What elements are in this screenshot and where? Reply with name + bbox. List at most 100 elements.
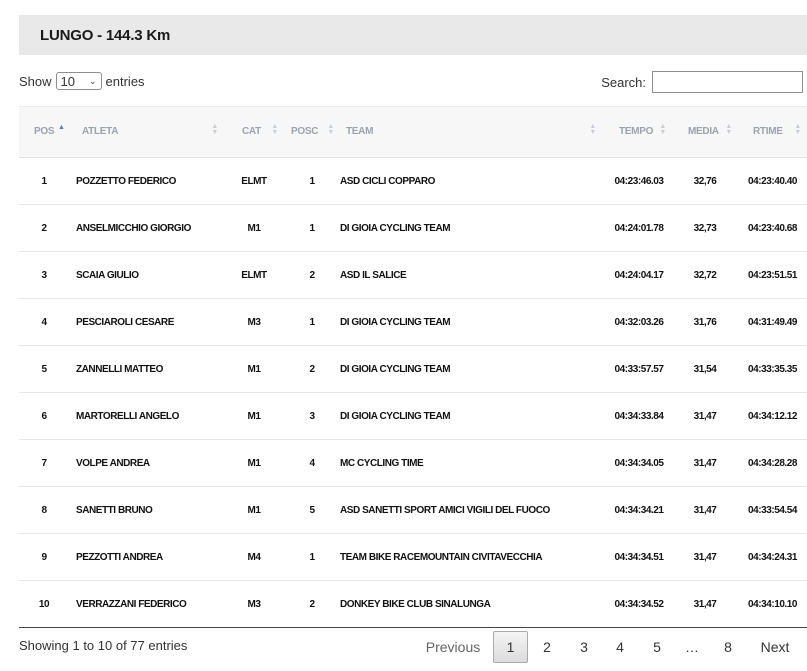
cell-cat: M1 (224, 204, 284, 252)
cell-posc: 2 (284, 251, 340, 299)
cell-rtime: 04:34:28.28 (738, 439, 807, 487)
cell-posc: 1 (284, 533, 340, 581)
cell-posc: 2 (284, 345, 340, 393)
cell-pos: 6 (19, 392, 69, 440)
previous-page-button[interactable]: Previous (420, 631, 486, 663)
table-row: 10 VERRAZZANI FEDERICO M3 2 DONKEY BIKE CLUB… (19, 580, 807, 628)
cell-atleta: MARTORELLI ANGELO (69, 392, 224, 440)
column-header-atleta[interactable]: ATLETA ▲ ▼ (69, 106, 224, 158)
cell-team: DI GIOIA CYCLING TEAM (340, 392, 602, 440)
next-page-button[interactable]: Next (755, 631, 795, 663)
cell-posc: 5 (284, 486, 340, 534)
column-header-rtime[interactable]: RTIME ▲ ▼ (738, 106, 807, 158)
cell-cat: M4 (224, 533, 284, 581)
search-label: Search: (601, 74, 646, 90)
cell-media: 31,47 (672, 439, 738, 487)
column-header-tempo[interactable]: TEMPO ▲ ▼ (602, 106, 672, 158)
cell-atleta: POZZETTO FEDERICO (69, 157, 224, 205)
page-button-2[interactable]: 2 (533, 631, 561, 663)
page-button-4[interactable]: 4 (606, 631, 634, 663)
cell-cat: M1 (224, 486, 284, 534)
cell-media: 31,47 (672, 533, 738, 581)
search-input[interactable] (652, 71, 803, 93)
cell-media: 31,47 (672, 580, 738, 628)
cell-posc: 3 (284, 392, 340, 440)
cell-rtime: 04:23:40.40 (738, 157, 807, 205)
cell-cat: M3 (224, 298, 284, 346)
table-row: 7 VOLPE ANDREA M1 4 MC CYCLING TIME 04:34:34.… (19, 439, 807, 487)
chevron-down-icon: ⌄ (88, 75, 97, 86)
results-table: POS ▲ ATLETA ▲ ▼ CAT ▲ ▼ POSC ▲ ▼ TEAM ▲ ▼ T… (19, 106, 807, 628)
cell-media: 31,47 (672, 486, 738, 534)
sort-icon: ▲ ▼ (211, 123, 218, 136)
table-header-row: POS ▲ ATLETA ▲ ▼ CAT ▲ ▼ POSC ▲ ▼ TEAM ▲ ▼ T… (19, 106, 807, 158)
entries-length-control: Show 10 ⌄ entries (19, 71, 145, 91)
cell-tempo: 04:34:34.52 (602, 580, 672, 628)
page-button-8[interactable]: 8 (714, 631, 742, 663)
cell-rtime: 04:23:51.51 (738, 251, 807, 299)
cell-cat: M3 (224, 580, 284, 628)
cell-atleta: ZANNELLI MATTEO (69, 345, 224, 393)
entries-per-page-select[interactable]: 10 ⌄ (55, 72, 102, 90)
cell-atleta: PEZZOTTI ANDREA (69, 533, 224, 581)
cell-posc: 2 (284, 580, 340, 628)
cell-team: ASD CICLI COPPARO (340, 157, 602, 205)
cell-posc: 1 (284, 204, 340, 252)
table-row: 2 ANSELMICCHIO GIORGIO M1 1 DI GIOIA CYCLING… (19, 204, 807, 252)
cell-rtime: 04:33:35.35 (738, 345, 807, 393)
cell-pos: 8 (19, 486, 69, 534)
cell-cat: M1 (224, 392, 284, 440)
cell-rtime: 04:23:40.68 (738, 204, 807, 252)
cell-media: 31,47 (672, 392, 738, 440)
cell-atleta: VOLPE ANDREA (69, 439, 224, 487)
cell-pos: 4 (19, 298, 69, 346)
cell-pos: 2 (19, 204, 69, 252)
sort-icon: ▲ ▼ (725, 123, 732, 136)
length-suffix-label: entries (105, 73, 145, 89)
entries-per-page-value: 10 (60, 73, 75, 89)
cell-tempo: 04:32:03.26 (602, 298, 672, 346)
sort-icon: ▲ ▼ (271, 123, 278, 136)
table-row: 6 MARTORELLI ANGELO M1 3 DI GIOIA CYCLING TE… (19, 392, 807, 440)
cell-team: TEAM BIKE RACEMOUNTAIN CIVITAVECCHIA (340, 533, 602, 581)
page-button-5[interactable]: 5 (643, 631, 671, 663)
column-header-cat[interactable]: CAT ▲ ▼ (224, 106, 284, 158)
page-ellipsis: … (685, 639, 699, 655)
cell-tempo: 04:24:01.78 (602, 204, 672, 252)
table-row: 8 SANETTI BRUNO M1 5 ASD SANETTI SPORT AMICI… (19, 486, 807, 534)
page-button-1[interactable]: 1 (493, 631, 528, 663)
column-header-posc[interactable]: POSC ▲ ▼ (284, 106, 340, 158)
sort-icon: ▲ ▼ (659, 123, 666, 136)
cell-team: DONKEY BIKE CLUB SINALUNGA (340, 580, 602, 628)
cell-team: MC CYCLING TIME (340, 439, 602, 487)
cell-rtime: 04:33:54.54 (738, 486, 807, 534)
cell-media: 31,54 (672, 345, 738, 393)
column-header-team[interactable]: TEAM ▲ ▼ (340, 106, 602, 158)
cell-tempo: 04:34:34.21 (602, 486, 672, 534)
column-header-media[interactable]: MEDIA ▲ ▼ (672, 106, 738, 158)
length-prefix-label: Show (19, 73, 52, 89)
column-header-pos[interactable]: POS ▲ (19, 106, 69, 158)
cell-media: 32,72 (672, 251, 738, 299)
page-button-3[interactable]: 3 (570, 631, 598, 663)
cell-cat: M1 (224, 345, 284, 393)
search-control: Search: (601, 71, 803, 93)
cell-rtime: 04:34:12.12 (738, 392, 807, 440)
cell-atleta: VERRAZZANI FEDERICO (69, 580, 224, 628)
sort-icon: ▲ ▼ (327, 123, 334, 136)
cell-pos: 9 (19, 533, 69, 581)
cell-team: DI GIOIA CYCLING TEAM (340, 298, 602, 346)
table-row: 5 ZANNELLI MATTEO M1 2 DI GIOIA CYCLING TEAM… (19, 345, 807, 393)
cell-tempo: 04:34:33.84 (602, 392, 672, 440)
cell-tempo: 04:33:57.57 (602, 345, 672, 393)
table-row: 1 POZZETTO FEDERICO ELMT 1 ASD CICLI COPPARO… (19, 157, 807, 205)
cell-team: ASD IL SALICE (340, 251, 602, 299)
cell-tempo: 04:24:04.17 (602, 251, 672, 299)
cell-tempo: 04:23:46.03 (602, 157, 672, 205)
cell-cat: M1 (224, 439, 284, 487)
cell-pos: 7 (19, 439, 69, 487)
cell-pos: 3 (19, 251, 69, 299)
cell-pos: 1 (19, 157, 69, 205)
pagination: Previous 1 2 3 4 5 … 8 Next (0, 631, 807, 663)
cell-rtime: 04:34:10.10 (738, 580, 807, 628)
